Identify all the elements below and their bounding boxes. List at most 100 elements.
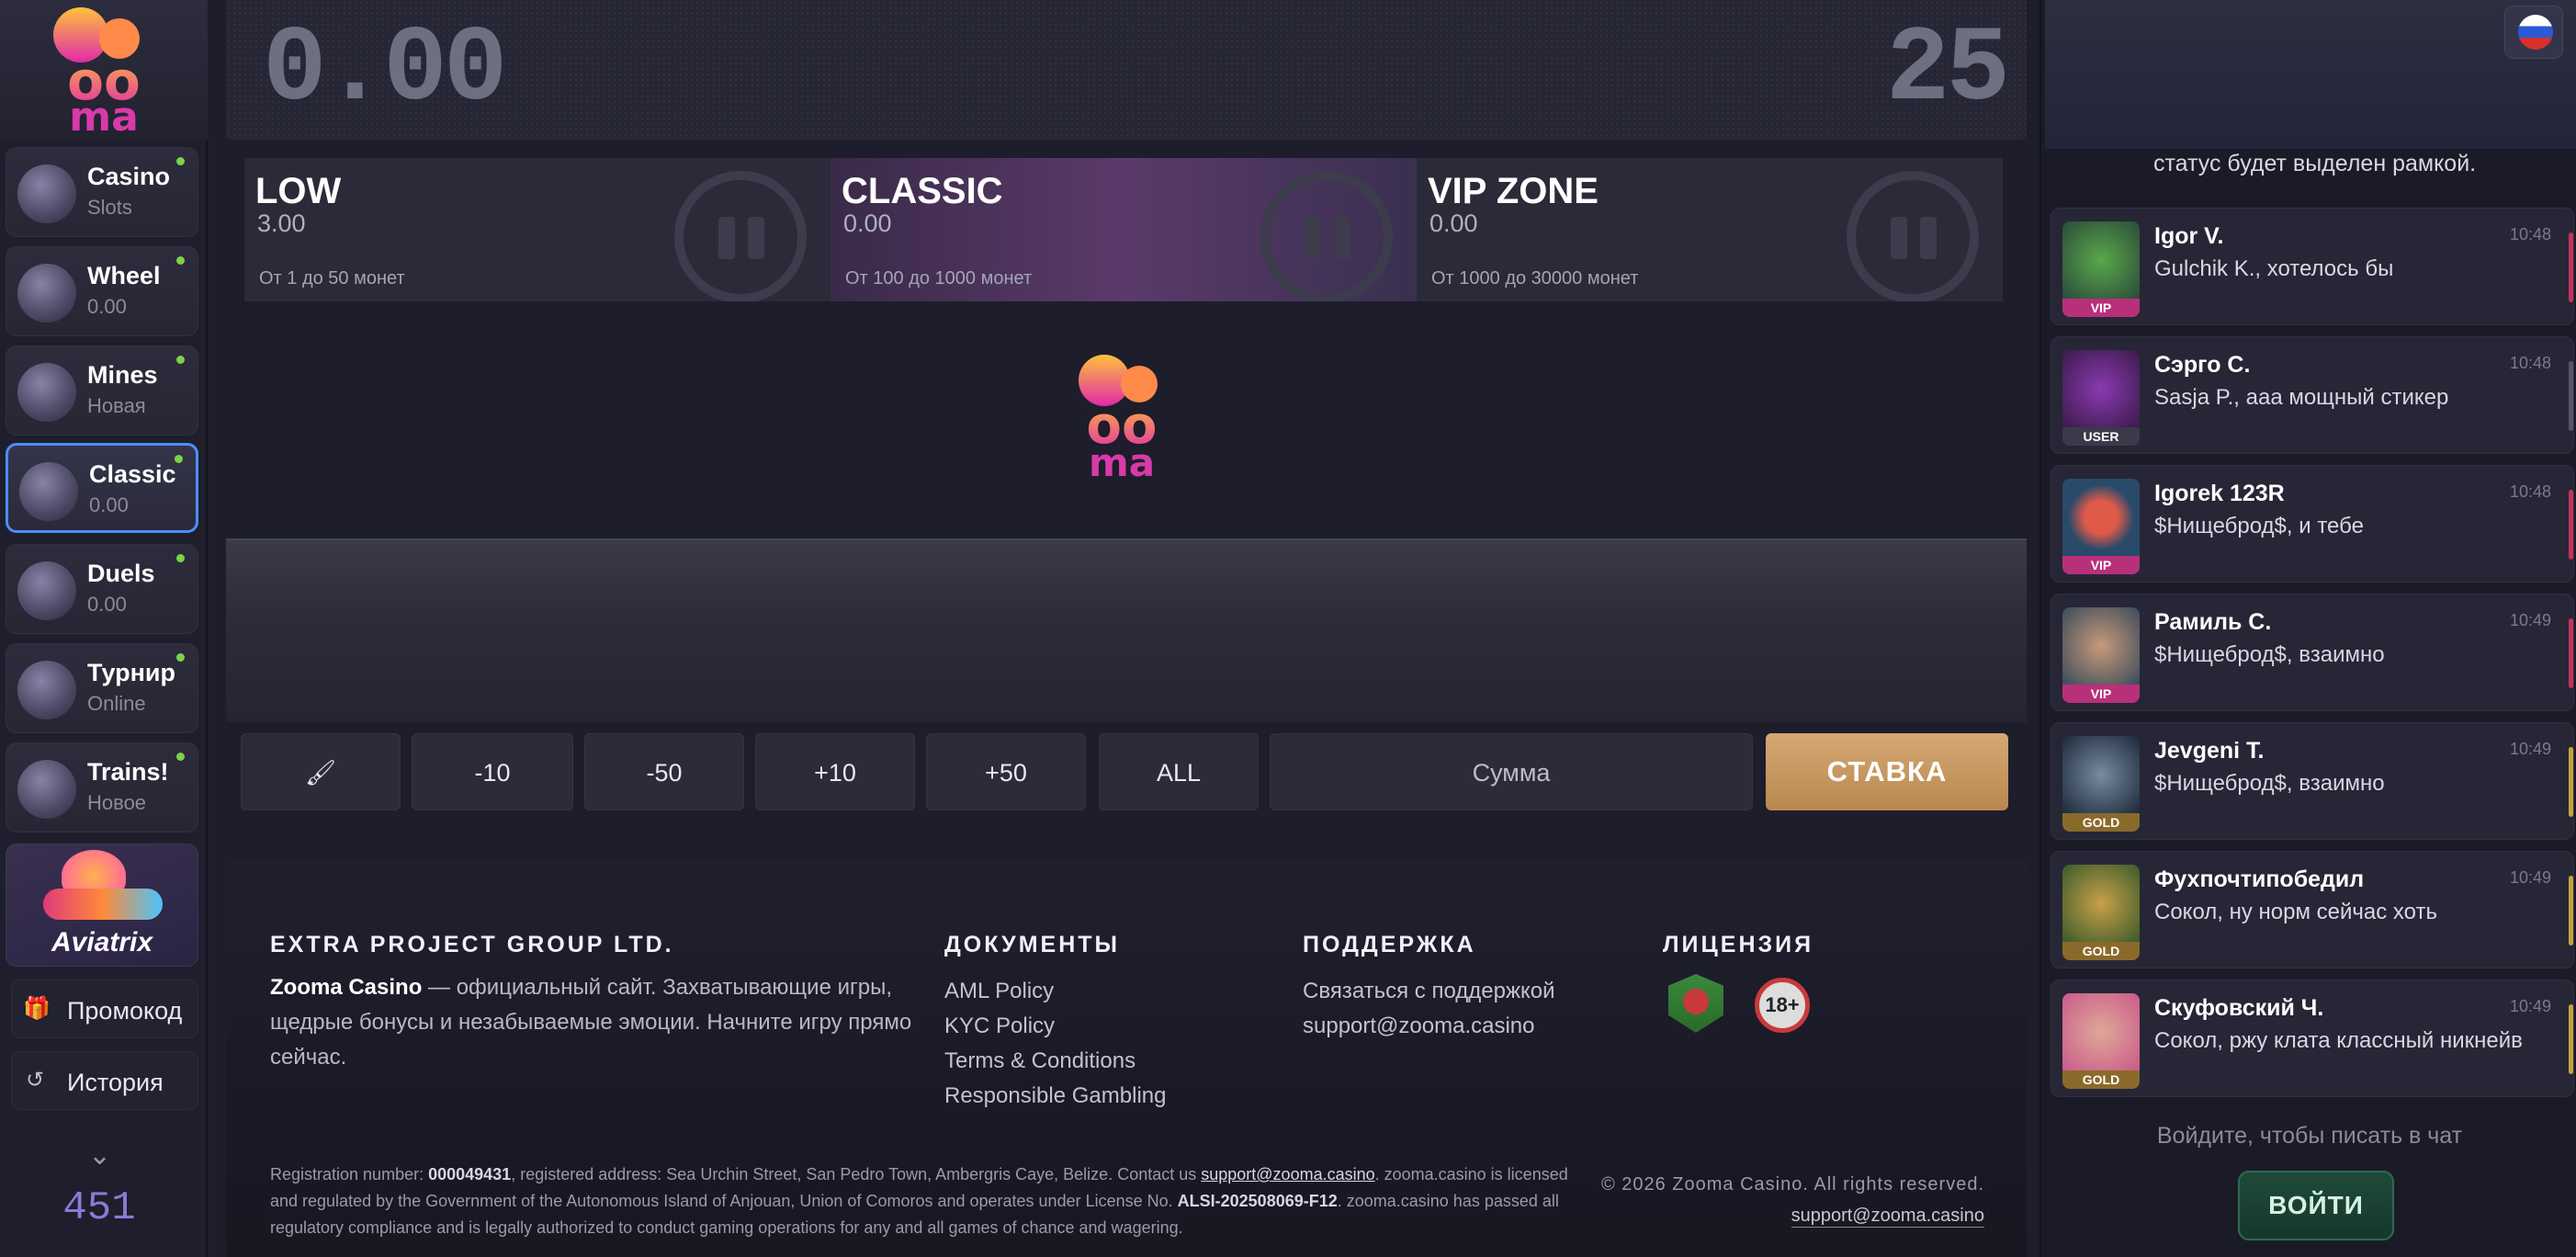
registration-text: Registration number: 000049431, register… <box>270 1161 1584 1241</box>
about-text: Zooma Casino — официальный сайт. Захваты… <box>270 970 913 1075</box>
nav-sub: Новая <box>87 394 146 417</box>
bet-controls: 🖌 -10 -50 +10 +50 ALL Сумма СТАВКА <box>241 733 2010 810</box>
chat-message-text: статус будет выделен рамкой. <box>2153 151 2477 176</box>
nav-classic[interactable]: Classic 0.00 <box>6 443 198 533</box>
avatar[interactable]: VIP <box>2062 479 2140 574</box>
chat-timestamp: 10:49 <box>2509 740 2551 758</box>
rank-badge: USER <box>2062 427 2140 446</box>
scoreboard: 0.00 25 <box>226 0 2027 140</box>
license-number: ALSI-202508069-F12 <box>1177 1192 1338 1210</box>
avatar[interactable]: VIP <box>2062 607 2140 703</box>
sidebar: oo ma Casino Slots Wheel 0.00 Mines Нова… <box>0 0 208 1257</box>
chat-message-text: Gulchik K., хотелось бы <box>2154 256 2394 281</box>
avatar[interactable]: GOLD <box>2062 865 2140 960</box>
avatar[interactable]: GOLD <box>2062 993 2140 1089</box>
chat-timestamp: 10:49 <box>2509 868 2551 887</box>
login-button[interactable]: ВОЙТИ <box>2238 1171 2394 1240</box>
chat-message: USER Сэрго С. Sasja P., ааа мощный стике… <box>2051 336 2574 454</box>
reg-email-link[interactable]: support@zooma.casino <box>1201 1165 1374 1183</box>
aml-policy-link[interactable]: AML Policy <box>944 974 1054 1009</box>
pause-icon <box>1847 171 1979 301</box>
chat-login-hint: Войдите, чтобы писать в чат <box>2156 1123 2463 1149</box>
clear-bet-button[interactable]: 🖌 <box>241 733 401 810</box>
chevron-down-icon[interactable]: ⌄ <box>88 1139 111 1172</box>
kyc-policy-link[interactable]: KYC Policy <box>944 1009 1055 1044</box>
avatar[interactable]: USER <box>2062 350 2140 446</box>
nav-mines[interactable]: Mines Новая <box>6 345 198 436</box>
language-selector[interactable] <box>2504 6 2563 59</box>
all-in-button[interactable]: ALL <box>1099 733 1259 810</box>
minus-50-button[interactable]: -50 <box>584 733 744 810</box>
rank-badge: VIP <box>2062 556 2140 574</box>
wheel-icon <box>17 264 76 323</box>
plus-50-button[interactable]: +50 <box>926 733 1086 810</box>
rank-accent <box>2569 490 2573 560</box>
license-heading: ЛИЦЕНЗИЯ <box>1663 932 1814 957</box>
room-name: VIP ZONE <box>1428 171 1599 211</box>
support-heading: ПОДДЕРЖКА <box>1303 932 1476 957</box>
plus-10-button[interactable]: +10 <box>755 733 915 810</box>
online-dot <box>176 554 185 562</box>
support-email-link[interactable]: support@zooma.casino <box>1303 1009 1535 1044</box>
minus-10-button[interactable]: -10 <box>412 733 573 810</box>
room-selector: LOW 3.00 От 1 до 50 монет CLASSIC 0.00 О… <box>244 158 2005 301</box>
jet-icon <box>43 889 163 920</box>
contact-support-link[interactable]: Связаться с поддержкой <box>1303 974 1555 1009</box>
avatar[interactable]: VIP <box>2062 221 2140 317</box>
chat-timestamp: 10:49 <box>2509 611 2551 629</box>
room-classic[interactable]: CLASSIC 0.00 От 100 до 1000 монет <box>830 158 1417 301</box>
online-dot <box>176 356 185 364</box>
docs-heading: ДОКУМЕНТЫ <box>944 932 1120 957</box>
nav-tournament[interactable]: Турнир Online <box>6 643 198 733</box>
room-low[interactable]: LOW 3.00 От 1 до 50 монет <box>244 158 830 301</box>
chat-username[interactable]: Скуфовский Ч. <box>2154 995 2323 1022</box>
chat-message-text: $Нищеброд$, взаимно <box>2154 771 2385 796</box>
rank-accent <box>2569 876 2573 946</box>
history-label: История <box>67 1069 164 1096</box>
stage-floor <box>226 538 2027 722</box>
rank-badge: VIP <box>2062 685 2140 703</box>
aviatrix-banner[interactable]: Aviatrix <box>6 844 198 967</box>
chat-timestamp: 10:49 <box>2509 997 2551 1015</box>
nav-label: Турнир <box>87 659 176 686</box>
chat-username[interactable]: Igor V. <box>2154 223 2224 250</box>
chat-message: VIP Рамиль С. $Нищеброд$, взаимно 10:49 <box>2051 594 2574 711</box>
chat-username[interactable]: Рамиль С. <box>2154 609 2271 636</box>
promo-code-button[interactable]: 🎁 Промокод <box>11 980 198 1038</box>
chat-header <box>2045 0 2576 149</box>
chat-panel: статус будет выделен рамкой. VIP Igor V.… <box>2039 0 2576 1257</box>
svg-text:ma: ma <box>69 94 139 140</box>
chat-message-text: $Нищеброд$, взаимно <box>2154 642 2385 667</box>
aviatrix-label: Aviatrix <box>51 927 153 957</box>
avatar[interactable]: GOLD <box>2062 736 2140 832</box>
license-seal-icon[interactable] <box>1668 974 1723 1033</box>
mine-icon <box>17 363 76 422</box>
nav-label: Wheel <box>87 262 161 289</box>
bet-amount-input[interactable]: Сумма <box>1270 733 1753 810</box>
nav-label: Trains! <box>87 758 169 786</box>
chat-message-text: Сокол, ну норм сейчас хоть <box>2154 900 2437 924</box>
nav-wheel[interactable]: Wheel 0.00 <box>6 246 198 336</box>
chat-username[interactable]: Сэрго С. <box>2154 352 2250 379</box>
chat-timestamp: 10:48 <box>2509 482 2551 501</box>
zooma-logo[interactable]: oo ma <box>0 0 208 141</box>
responsible-gambling-link[interactable]: Responsible Gambling <box>944 1079 1166 1114</box>
place-bet-button[interactable]: СТАВКА <box>1766 733 2008 810</box>
chat-timestamp: 10:48 <box>2509 225 2551 243</box>
reg-text: , registered address: Sea Urchin Street,… <box>511 1165 1202 1183</box>
nav-label: Classic <box>89 460 176 488</box>
nav-duels[interactable]: Duels 0.00 <box>6 544 198 634</box>
nav-casino[interactable]: Casino Slots <box>6 147 198 237</box>
nav-trains[interactable]: Trains! Новое <box>6 742 198 832</box>
room-name: CLASSIC <box>842 171 1003 211</box>
chat-username[interactable]: Jevgeni T. <box>2154 738 2265 764</box>
history-button[interactable]: ↺ История <box>11 1051 198 1110</box>
reg-number: 000049431 <box>428 1165 512 1183</box>
nav-sub: Slots <box>87 196 132 219</box>
chat-username[interactable]: Фухпочтипобедил <box>2154 866 2364 893</box>
terms-link[interactable]: Terms & Conditions <box>944 1044 1135 1079</box>
footer-email-link[interactable]: support@zooma.casino <box>1791 1206 1984 1228</box>
room-vip[interactable]: VIP ZONE 0.00 От 1000 до 30000 монет <box>1417 158 2003 301</box>
chat-username[interactable]: Igorek 123R <box>2154 481 2285 507</box>
rank-badge: GOLD <box>2062 1070 2140 1089</box>
